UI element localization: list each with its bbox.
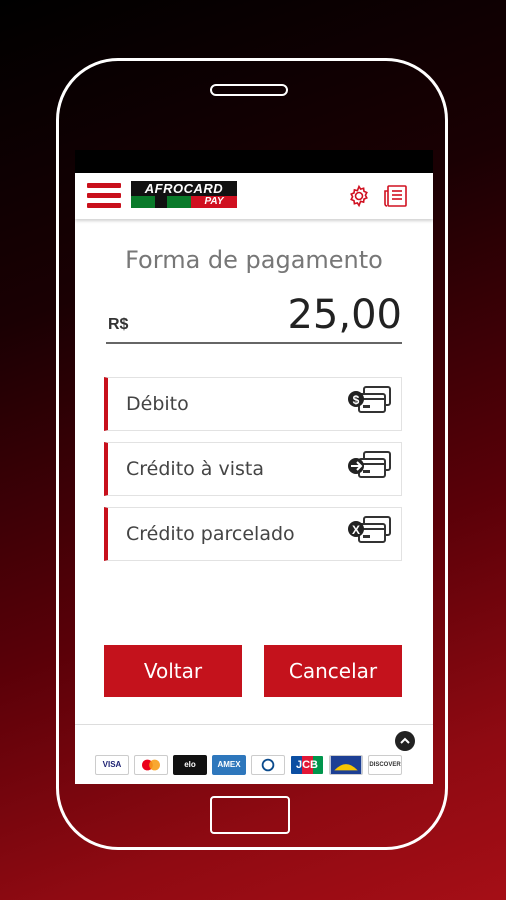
jcb-text: JCB xyxy=(295,759,318,771)
gear-icon[interactable] xyxy=(347,184,371,208)
hamburger-icon[interactable] xyxy=(87,183,121,209)
amount-value: 25,00 xyxy=(287,292,402,338)
svg-text:$: $ xyxy=(353,393,360,407)
option-label: Débito xyxy=(126,393,189,415)
svg-text:X: X xyxy=(352,523,360,537)
phone-home-button xyxy=(210,796,290,834)
status-bar xyxy=(75,150,433,173)
page-title: Forma de pagamento xyxy=(125,246,383,274)
visa-logo: VISA xyxy=(95,755,129,775)
card-arrow-icon xyxy=(348,451,391,478)
option-credito-vista[interactable]: Crédito à vista xyxy=(104,442,402,496)
amex-logo: AMEX xyxy=(212,755,246,775)
receipt-icon[interactable] xyxy=(383,183,409,209)
afrocard-logo: AFROCARD PAY xyxy=(131,181,237,211)
app-screen: AFROCARD PAY Forma de pagamento R$ 25,00… xyxy=(75,150,433,784)
amount-display: R$ 25,00 xyxy=(106,290,402,344)
option-label: Crédito à vista xyxy=(126,458,265,480)
chevron-up-icon[interactable] xyxy=(395,731,415,751)
logo-text: AFROCARD xyxy=(131,181,237,196)
logo-pay: PAY xyxy=(191,196,237,208)
logo-stripe xyxy=(131,196,191,208)
back-button[interactable]: Voltar xyxy=(104,645,242,697)
option-debito[interactable]: Débito $ xyxy=(104,377,402,431)
accepted-cards-footer: VISA elo AMEX JCB DISCOVER xyxy=(75,724,433,784)
jcb-logo: JCB xyxy=(290,755,324,775)
hipercard-logo xyxy=(329,755,363,775)
card-dollar-icon: $ xyxy=(348,386,391,413)
elo-logo: elo xyxy=(173,755,207,775)
diners-logo xyxy=(251,755,285,775)
mastercard-logo xyxy=(134,755,168,775)
phone-speaker xyxy=(210,84,288,96)
card-x-icon: X xyxy=(348,516,391,543)
option-credito-parcelado[interactable]: Crédito parcelado X xyxy=(104,507,402,561)
cancel-button[interactable]: Cancelar xyxy=(264,645,402,697)
option-label: Crédito parcelado xyxy=(126,523,295,545)
discover-logo: DISCOVER xyxy=(368,755,402,775)
app-header: AFROCARD PAY xyxy=(75,173,433,219)
currency-symbol: R$ xyxy=(108,316,129,333)
